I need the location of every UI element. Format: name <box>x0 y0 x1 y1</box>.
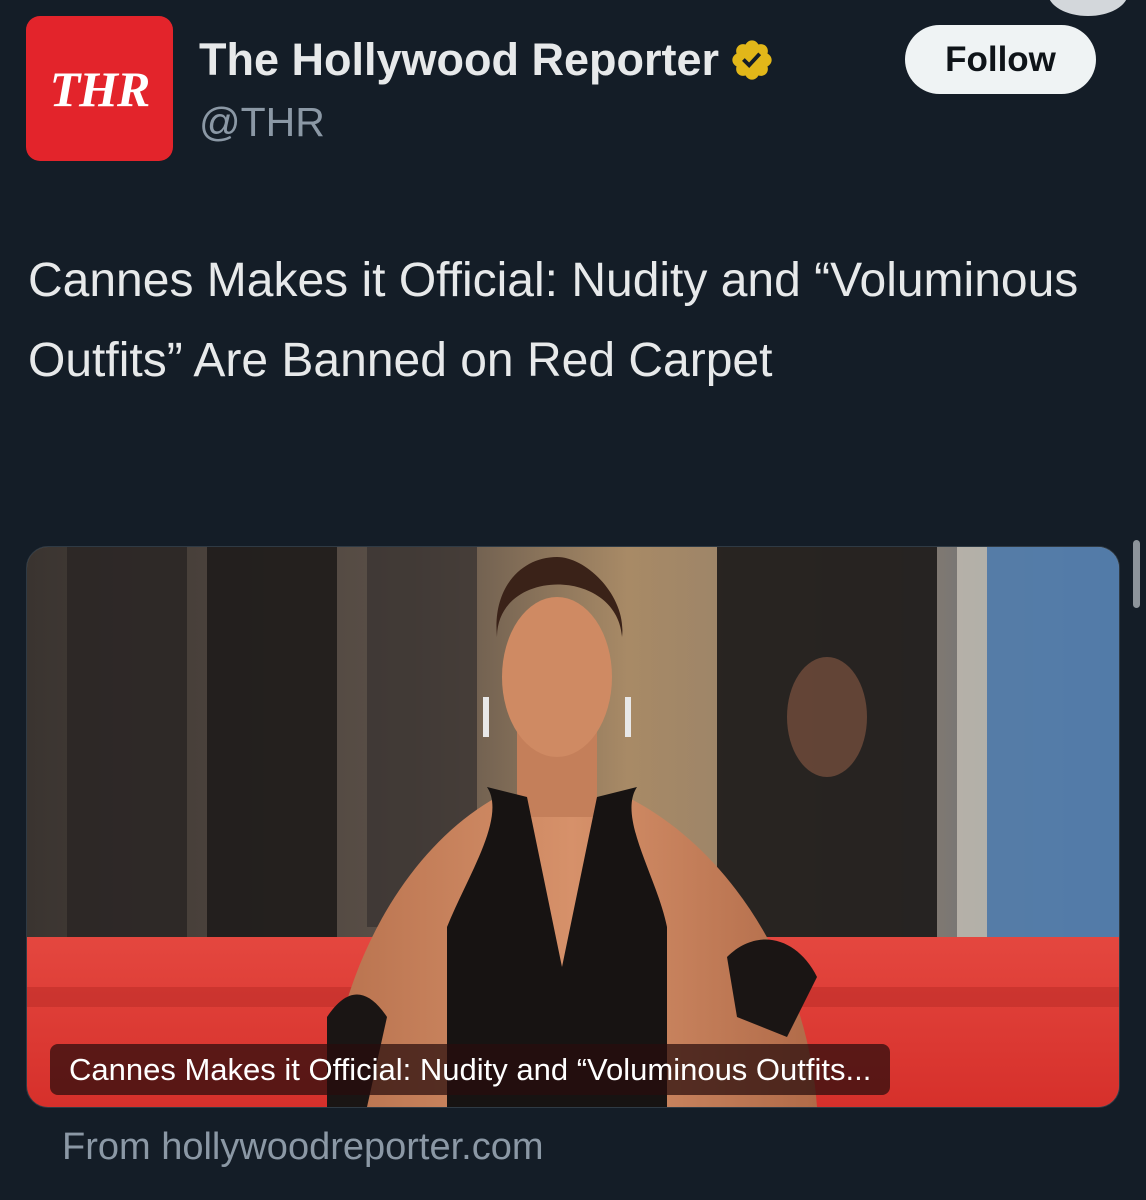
tweet-text: Cannes Makes it Official: Nudity and “Vo… <box>28 254 1079 387</box>
corner-decoration <box>1048 0 1128 16</box>
scrollbar[interactable] <box>1133 540 1140 608</box>
link-card[interactable]: Cannes Makes it Official: Nudity and “Vo… <box>26 546 1120 1108</box>
account-handle[interactable]: @THR <box>199 97 325 147</box>
card-source-domain[interactable]: From hollywoodreporter.com <box>62 1124 544 1170</box>
verified-badge-icon <box>732 40 772 80</box>
avatar[interactable]: THR <box>26 16 173 161</box>
card-caption: Cannes Makes it Official: Nudity and “Vo… <box>50 1044 891 1095</box>
account-name-row[interactable]: The Hollywood Reporter <box>199 34 775 86</box>
avatar-logo-text: THR <box>49 60 151 117</box>
display-name[interactable]: The Hollywood Reporter <box>199 34 719 86</box>
follow-button[interactable]: Follow <box>905 25 1096 94</box>
card-image[interactable] <box>27 547 1119 1107</box>
